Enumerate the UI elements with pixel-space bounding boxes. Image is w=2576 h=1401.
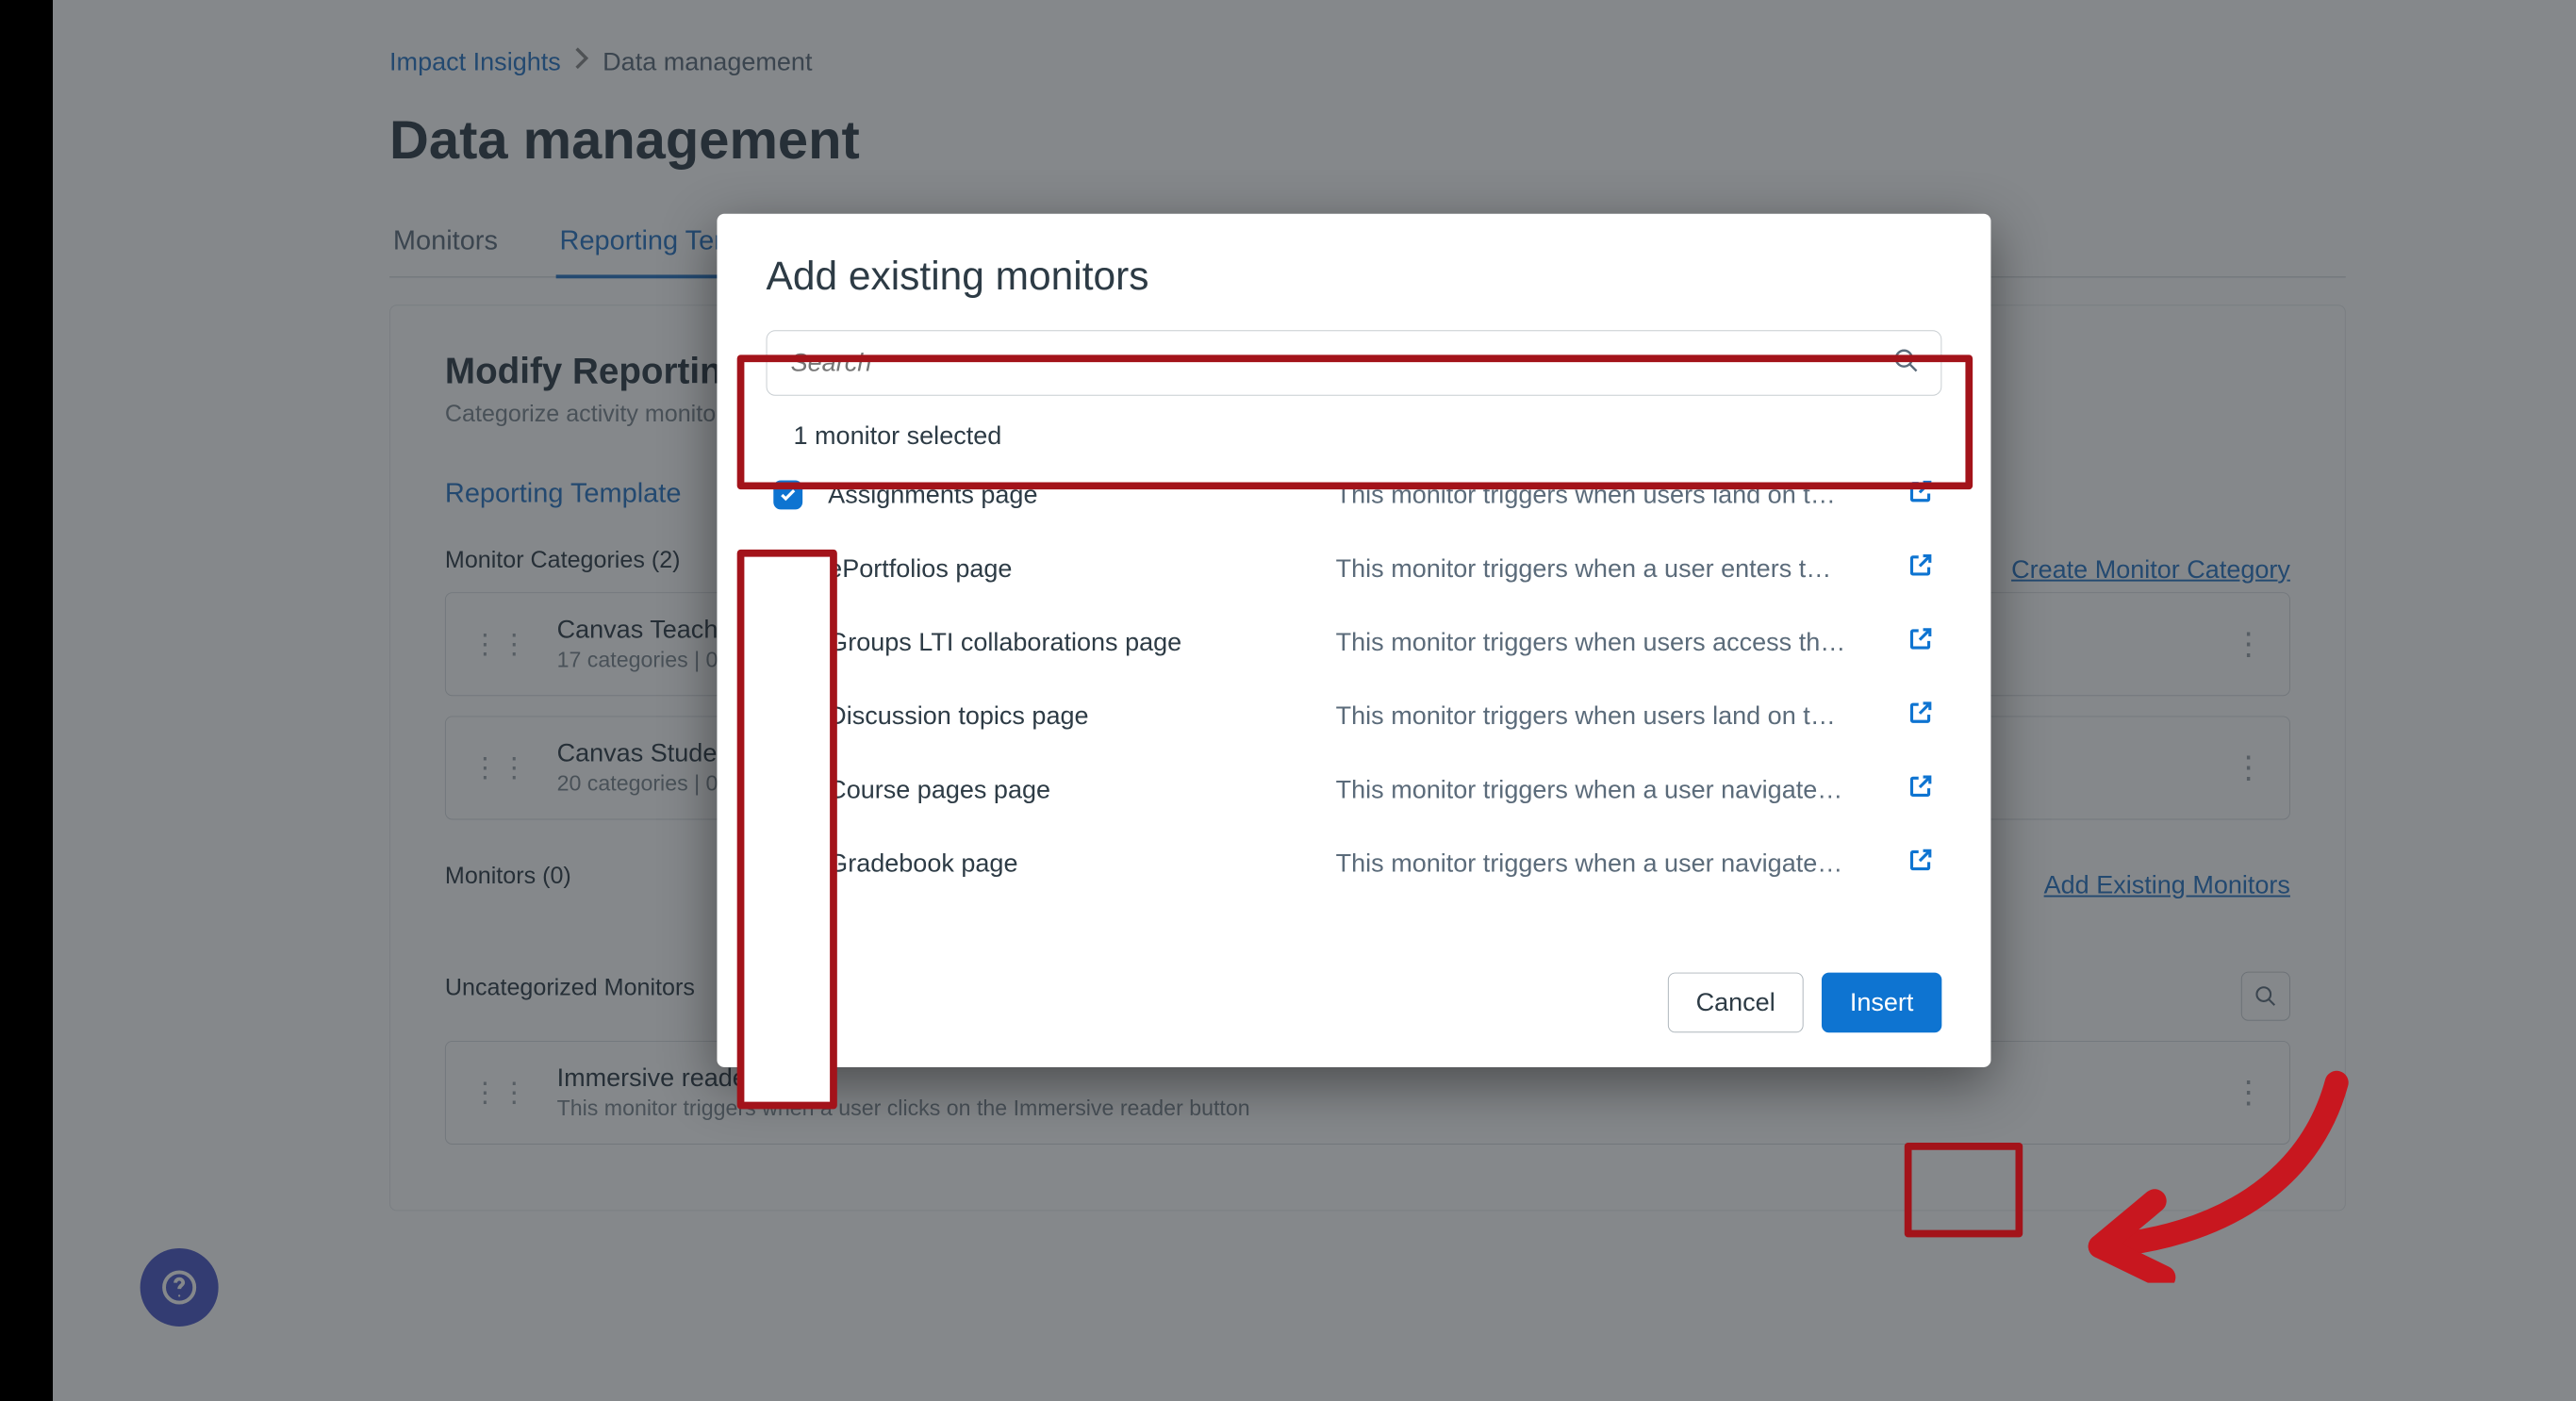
monitor-name: Discussion topics page [828,701,1310,731]
monitor-checkbox[interactable] [773,627,802,656]
monitor-description: This monitor triggers when users access … [1336,627,1868,656]
cancel-button[interactable]: Cancel [1668,973,1804,1033]
external-link-icon[interactable] [1907,478,1935,512]
monitor-checkbox[interactable] [773,849,802,878]
monitor-description: This monitor triggers when a user naviga… [1336,849,1868,878]
external-link-icon[interactable] [1907,625,1935,659]
monitor-row[interactable]: Gradebook page This monitor triggers when… [767,826,1942,899]
insert-button[interactable]: Insert [1822,973,1941,1033]
monitor-name: Gradebook page [828,849,1310,878]
monitor-description: This monitor triggers when a user naviga… [1336,775,1868,804]
selected-count: 1 monitor selected [794,421,1942,451]
monitor-description: This monitor triggers when a user enters… [1336,553,1868,583]
monitor-checkbox[interactable] [773,701,802,731]
monitor-name: Groups LTI collaborations page [828,627,1310,656]
monitor-row[interactable]: Groups LTI collaborations page This monit… [767,605,1942,679]
monitor-row[interactable]: ePortfolios page This monitor triggers wh… [767,532,1942,605]
monitor-row[interactable]: Assignments page This monitor triggers wh… [767,457,1942,531]
monitor-row[interactable]: Course pages page This monitor triggers w… [767,752,1942,826]
external-link-icon[interactable] [1907,772,1935,806]
monitor-checkbox[interactable] [773,775,802,804]
search-input[interactable] [767,330,1942,395]
external-link-icon[interactable] [1907,846,1935,880]
monitor-checkbox[interactable] [773,553,802,583]
search-icon [1892,347,1920,379]
search-wrapper [767,330,1942,395]
modal-title: Add existing monitors [767,254,1942,299]
external-link-icon[interactable] [1907,699,1935,733]
add-existing-monitors-modal: Add existing monitors 1 monitor selected… [717,214,1990,1067]
monitor-checkbox[interactable] [773,480,802,509]
monitor-name: Assignments page [828,480,1310,509]
monitor-description: This monitor triggers when users land on… [1336,701,1868,731]
monitor-row[interactable]: Discussion topics page This monitor trigg… [767,679,1942,752]
monitor-name: Course pages page [828,775,1310,804]
monitor-description: This monitor triggers when users land on… [1336,480,1868,509]
external-link-icon[interactable] [1907,552,1935,585]
monitor-name: ePortfolios page [828,553,1310,583]
monitor-list: Assignments page This monitor triggers wh… [767,457,1942,899]
